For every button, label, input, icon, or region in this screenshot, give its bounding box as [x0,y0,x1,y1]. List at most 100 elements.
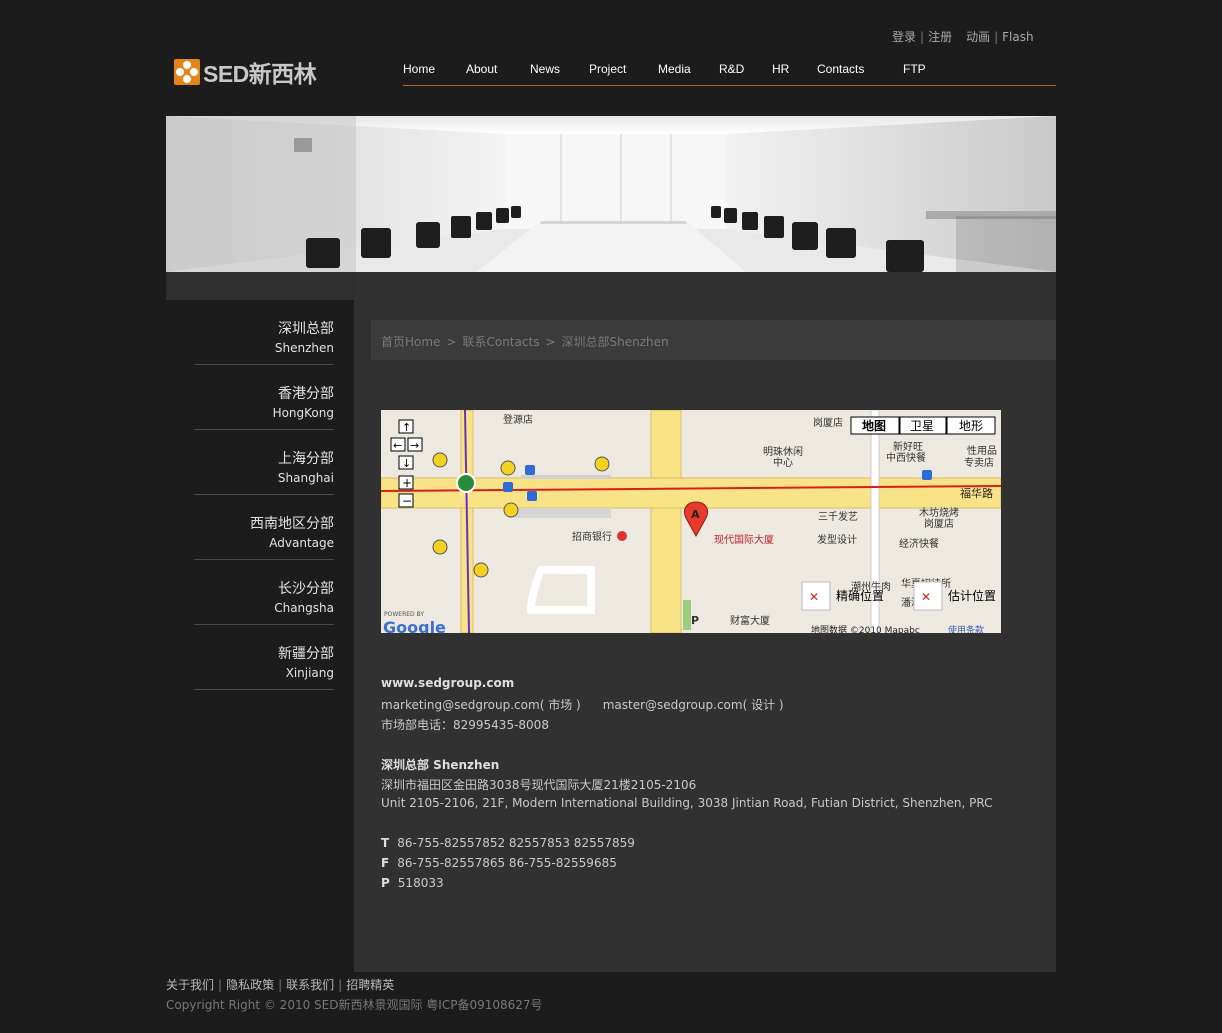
footer-link-careers[interactable]: 招聘精英 [346,978,394,992]
sidebar-item-label: 西南地区分部 [250,516,334,532]
map-powered-by: POWERED BY [384,611,424,618]
email-line: marketing@sedgroup.com( 市场 ) master@sedgr… [381,696,784,713]
breadcrumb-current: 深圳总部Shenzhen [561,335,669,349]
telephone-label: T [381,836,390,850]
footer-links: 关于我们 | 隐私政策 | 联系我们 | 招聘精英 [166,976,394,993]
address-en: Unit 2105-2106, 21F, Modern Internationa… [381,796,993,810]
logo-text: SED新西林 [203,61,317,87]
map-label: 经济快餐 [899,537,939,550]
postcode-label: P [381,876,390,890]
nav-rnd[interactable]: R&D [719,62,744,76]
flash-link[interactable]: Flash [1002,30,1033,44]
map-terms-link: 使用条款 [948,624,984,633]
svg-text:↓: ↓ [402,457,411,470]
telephone-line: T 86-755-82557852 82557853 82557859 [381,836,635,850]
svg-text:✕: ✕ [809,590,819,604]
breadcrumb-contacts[interactable]: 联系Contacts [463,335,540,349]
separator: | [278,978,283,992]
nav-contacts[interactable]: Contacts [817,62,864,76]
breadcrumb-separator: > [446,335,457,349]
company-website[interactable]: www.sedgroup.com [381,676,514,690]
market-phone: 市场部电话：82995435-8008 [381,718,549,732]
telephone-numbers: 86-755-82557852 82557853 82557859 [397,836,635,850]
fax-numbers: 86-755-82557865 86-755-82559685 [397,856,617,870]
sidebar-item-sublabel: Advantage [269,536,334,550]
sidebar-item-sublabel: Shanghai [277,471,334,485]
map-type-buttons[interactable]: 地图 卫星 地形 [850,416,996,435]
logo-mark-icon [174,59,200,85]
separator: | [218,978,223,992]
sidebar-item-sublabel: HongKong [272,406,334,420]
precise-location-label: 精确位置 [836,588,884,603]
map-label: 岗厦店 [813,416,843,429]
map-label: 登源店 [503,413,533,426]
map-label: 明珠休闲 [763,445,803,458]
sidebar-item-hongkong[interactable]: 香港分部 HongKong [194,365,334,430]
sidebar-item-label: 长沙分部 [278,581,334,597]
svg-text:↑: ↑ [402,421,411,434]
sidebar-item-sublabel: Changsha [274,601,334,615]
nav-media[interactable]: Media [658,62,691,76]
separator: | [994,30,999,44]
map-label: 岗厦店 [924,517,954,530]
sidebar-item-xinjiang[interactable]: 新疆分部 Xinjiang [194,625,334,690]
svg-text:→: → [410,439,419,452]
nav-hr[interactable]: HR [772,62,789,76]
marketing-email-link[interactable]: marketing@sedgroup.com [381,698,540,712]
logo[interactable]: SED新西林 [174,58,340,87]
map-label: 招商银行 [572,530,612,543]
map-label: 木坊烧烤 [919,506,959,519]
map-label: 中心 [773,456,793,469]
nav-about[interactable]: About [466,62,497,76]
map-label: 新好旺 [893,440,923,453]
nav-home[interactable]: Home [403,62,435,76]
marketing-email-note: ( 市场 ) [539,698,581,712]
sidebar-item-southwest[interactable]: 西南地区分部 Advantage [194,495,334,560]
main-nav: Home About News Project Media R&D HR Con… [403,62,1056,86]
sidebar-header-band [166,272,354,300]
estimate-location-label: 估计位置 [948,588,996,603]
register-link[interactable]: 注册 [928,28,952,45]
design-email-note: ( 设计 ) [742,698,784,712]
footer-link-contact[interactable]: 联系我们 [286,978,334,992]
svg-text:+: + [402,476,412,490]
sidebar-item-sublabel: Xinjiang [285,666,334,680]
map-label: 性用品 [967,444,997,457]
sidebar-item-changsha[interactable]: 长沙分部 Changsha [194,560,334,625]
sidebar-item-label: 香港分部 [278,386,334,402]
sidebar-item-label: 上海分部 [278,451,334,467]
design-email-link[interactable]: master@sedgroup.com [603,698,743,712]
sidebar-item-label: 新疆分部 [278,646,334,662]
nav-ftp[interactable]: FTP [903,62,926,76]
map-label: P [691,614,699,627]
copyright: Copyright Right © 2010 SED新西林景观国际 粤ICP备0… [166,998,543,1012]
map-label: 发型设计 [817,533,857,546]
google-logo: Google [383,618,446,633]
location-map[interactable]: ↑ ← → ↓ + − 地图 卫星 地形 登源店 岗厦店 明珠休闲 中心 新好旺 [381,410,1001,633]
map-type-satellite: 卫星 [910,419,934,433]
login-link[interactable]: 登录 [892,28,916,45]
map-label: 专卖店 [964,456,994,469]
nav-project[interactable]: Project [589,62,626,76]
sidebar-item-shanghai[interactable]: 上海分部 Shanghai [194,430,334,495]
map-type-terrain: 地形 [959,419,983,433]
map-type-map: 地图 [862,418,886,433]
nav-news[interactable]: News [530,62,560,76]
footer-link-privacy[interactable]: 隐私政策 [226,978,274,992]
map-label: 中西快餐 [886,451,926,464]
map-building-label: 现代国际大厦 [714,533,774,546]
postcode-value: 518033 [397,876,444,890]
separator: | [920,30,925,44]
fax-label: F [381,856,390,870]
svg-text:−: − [402,494,412,508]
map-label: 三千发艺 [818,510,858,523]
breadcrumb-home[interactable]: 首页Home [381,335,440,349]
svg-text:✕: ✕ [921,590,931,604]
animation-link[interactable]: 动画 [966,28,990,45]
postcode-line: P 518033 [381,876,444,890]
breadcrumb: 首页Home > 联系Contacts > 深圳总部Shenzhen [371,320,1056,360]
sidebar-item-shenzhen[interactable]: 深圳总部 Shenzhen [194,300,334,365]
footer-link-about[interactable]: 关于我们 [166,978,214,992]
map-label: 福华路 [960,486,993,500]
breadcrumb-separator: > [545,335,556,349]
